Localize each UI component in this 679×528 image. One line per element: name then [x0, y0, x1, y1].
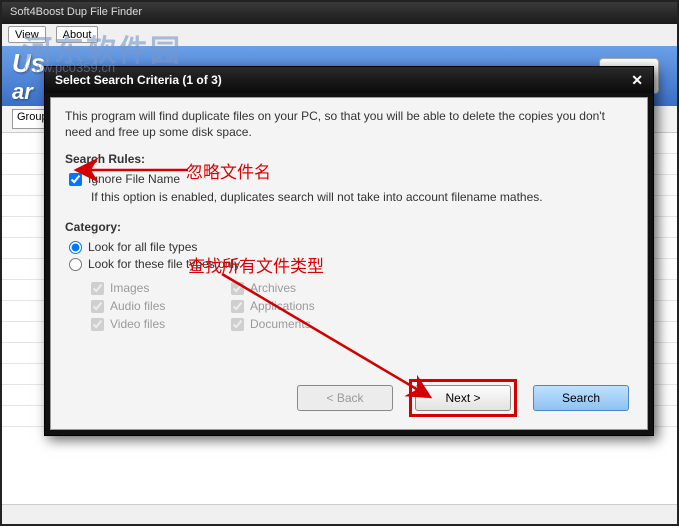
ft-documents: Documents: [231, 317, 351, 331]
ft-video-check: [91, 318, 104, 331]
next-button[interactable]: Next >: [415, 385, 511, 411]
search-criteria-dialog: Select Search Criteria (1 of 3) ✕ This p…: [44, 66, 654, 436]
ignore-filename-desc: If this option is enabled, duplicates se…: [91, 190, 633, 204]
dialog-button-row: < Back Next > Search: [297, 379, 629, 417]
close-icon[interactable]: ✕: [631, 72, 643, 89]
search-rules-label: Search Rules:: [65, 152, 633, 166]
radio-these-types[interactable]: Look for these file types only: [69, 257, 633, 271]
category-label: Category:: [65, 220, 633, 234]
filetype-grid: Images Archives Audio files Applications…: [91, 281, 633, 331]
radio-these-input[interactable]: [69, 258, 82, 271]
radio-all-types[interactable]: Look for all file types: [69, 240, 633, 254]
ft-images-check: [91, 282, 104, 295]
ignore-filename-label: Ignore File Name: [88, 172, 180, 186]
ft-applications-check: [231, 300, 244, 313]
ft-archives: Archives: [231, 281, 351, 295]
radio-all-input[interactable]: [69, 241, 82, 254]
ignore-filename-option[interactable]: Ignore File Name: [69, 172, 633, 186]
intro-text: This program will find duplicate files o…: [65, 108, 633, 140]
search-button[interactable]: Search: [533, 385, 629, 411]
radio-all-label: Look for all file types: [88, 240, 197, 254]
dialog-body: This program will find duplicate files o…: [50, 97, 648, 430]
window-title: Soft4Boost Dup File Finder: [10, 6, 142, 18]
category-block: Category: Look for all file types Look f…: [65, 220, 633, 331]
ft-images: Images: [91, 281, 211, 295]
dialog-title: Select Search Criteria (1 of 3): [55, 73, 222, 87]
radio-these-label: Look for these file types only: [88, 257, 240, 271]
banner-text: Us ar: [12, 48, 45, 105]
back-button: < Back: [297, 385, 393, 411]
ft-documents-check: [231, 318, 244, 331]
ft-applications: Applications: [231, 299, 351, 313]
ft-archives-check: [231, 282, 244, 295]
ignore-filename-checkbox[interactable]: [69, 173, 82, 186]
statusbar: [2, 504, 677, 524]
dialog-titlebar: Select Search Criteria (1 of 3) ✕: [45, 67, 653, 93]
menubar: View About: [2, 24, 677, 46]
window-titlebar: Soft4Boost Dup File Finder: [2, 2, 677, 24]
menu-about[interactable]: About: [56, 26, 99, 43]
ft-audio: Audio files: [91, 299, 211, 313]
menu-view[interactable]: View: [8, 26, 46, 43]
ft-video: Video files: [91, 317, 211, 331]
next-highlight: Next >: [409, 379, 517, 417]
ft-audio-check: [91, 300, 104, 313]
